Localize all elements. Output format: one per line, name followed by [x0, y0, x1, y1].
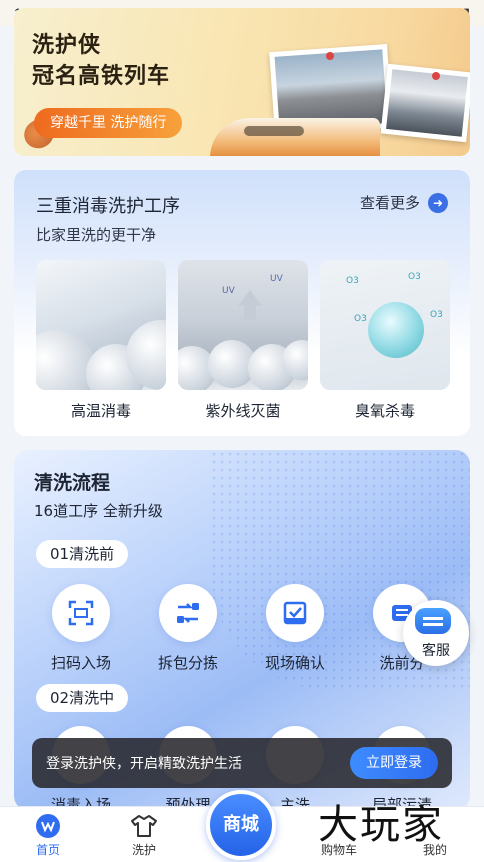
sort-icon — [159, 584, 217, 642]
view-more-label: 查看更多 — [359, 194, 420, 212]
nav-home[interactable]: 首页 — [13, 807, 83, 862]
disinfection-title: 三重消毒洗护工序 — [36, 192, 180, 218]
login-prompt-text: 登录洗护侠，开启精致洗护生活 — [46, 756, 242, 772]
customer-service-label: 客服 — [422, 643, 450, 659]
nav-mall-button[interactable]: 商城 — [206, 790, 276, 860]
high-temp-tile[interactable] — [36, 260, 166, 390]
uv-label: UV — [222, 286, 235, 296]
step-onsite-confirm[interactable]: 现场确认 — [250, 584, 340, 673]
arrow-up-stem — [244, 306, 256, 320]
photo-pin-icon — [432, 72, 440, 80]
uv-tile[interactable]: UV UV — [178, 260, 308, 390]
train-photo-interior — [380, 63, 470, 143]
tshirt-icon — [109, 811, 179, 841]
banner-title-line2: 冠名高铁列车 — [32, 64, 171, 89]
nav-home-label: 首页 — [35, 843, 60, 857]
arrow-up-icon — [238, 290, 262, 306]
o3-label: O3 — [430, 310, 443, 320]
step-scan-entry[interactable]: 扫码入场 — [36, 584, 126, 673]
step-unpack-sort[interactable]: 拆包分拣 — [143, 584, 233, 673]
high-temp-label: 高温消毒 — [70, 402, 131, 420]
ozone-tile[interactable]: O3 O3 O3 O3 — [320, 260, 450, 390]
stage-before-wash: 01清洗前 — [36, 540, 129, 568]
promo-banner[interactable]: 洗护侠 冠名高铁列车 穿越千里 洗护随行 — [14, 8, 470, 156]
login-now-button[interactable]: 立即登录 — [350, 747, 438, 779]
nav-wash-label: 洗护 — [131, 843, 156, 857]
customer-service-button[interactable]: 客服 — [403, 600, 469, 666]
arrow-right-icon: ➜ — [428, 192, 448, 213]
disinfection-title-text: 三重消毒洗护工序 — [36, 196, 180, 217]
chat-bubble-icon — [415, 608, 451, 634]
view-more-link[interactable]: 查看更多 ➜ — [360, 192, 448, 213]
uv-label-text: 紫外线灭菌 — [205, 402, 281, 420]
step-label: 扫码入场 — [50, 654, 111, 672]
home-logo-icon — [13, 811, 83, 841]
watermark-text: 大玩家 — [318, 802, 444, 848]
uv-label: UV — [270, 274, 283, 284]
login-prompt-bar: 登录洗护侠，开启精致洗护生活 立即登录 — [32, 738, 452, 788]
photo-pin-icon — [326, 52, 334, 60]
o3-label: O3 — [346, 276, 359, 286]
bullet-train-illustration — [210, 118, 380, 156]
o3-label: O3 — [408, 272, 421, 282]
scan-icon — [52, 584, 110, 642]
nav-wash[interactable]: 洗护 — [109, 807, 179, 862]
stage-during-wash: 02清洗中 — [36, 684, 129, 712]
train-window — [244, 126, 304, 136]
banner-title: 洗护侠 冠名高铁列车 — [32, 30, 170, 92]
confirm-icon — [266, 584, 324, 642]
process-subtitle: 16道工序 全新升级 — [34, 502, 163, 520]
disinfection-subtitle: 比家里洗的更干净 — [36, 226, 157, 244]
o3-label: O3 — [354, 314, 367, 324]
step-label: 现场确认 — [264, 654, 325, 672]
disinfection-card: 三重消毒洗护工序 比家里洗的更干净 查看更多 ➜ UV UV O3 O3 O3 … — [14, 170, 470, 436]
banner-title-line1: 洗护侠 — [32, 33, 102, 58]
ozone-sphere — [368, 302, 424, 358]
step-label: 拆包分拣 — [157, 654, 218, 672]
ozone-label-text: 臭氧杀毒 — [354, 402, 415, 420]
banner-slogan-pill: 穿越千里 洗护随行 — [34, 108, 183, 138]
process-title: 清洗流程 — [34, 472, 111, 494]
